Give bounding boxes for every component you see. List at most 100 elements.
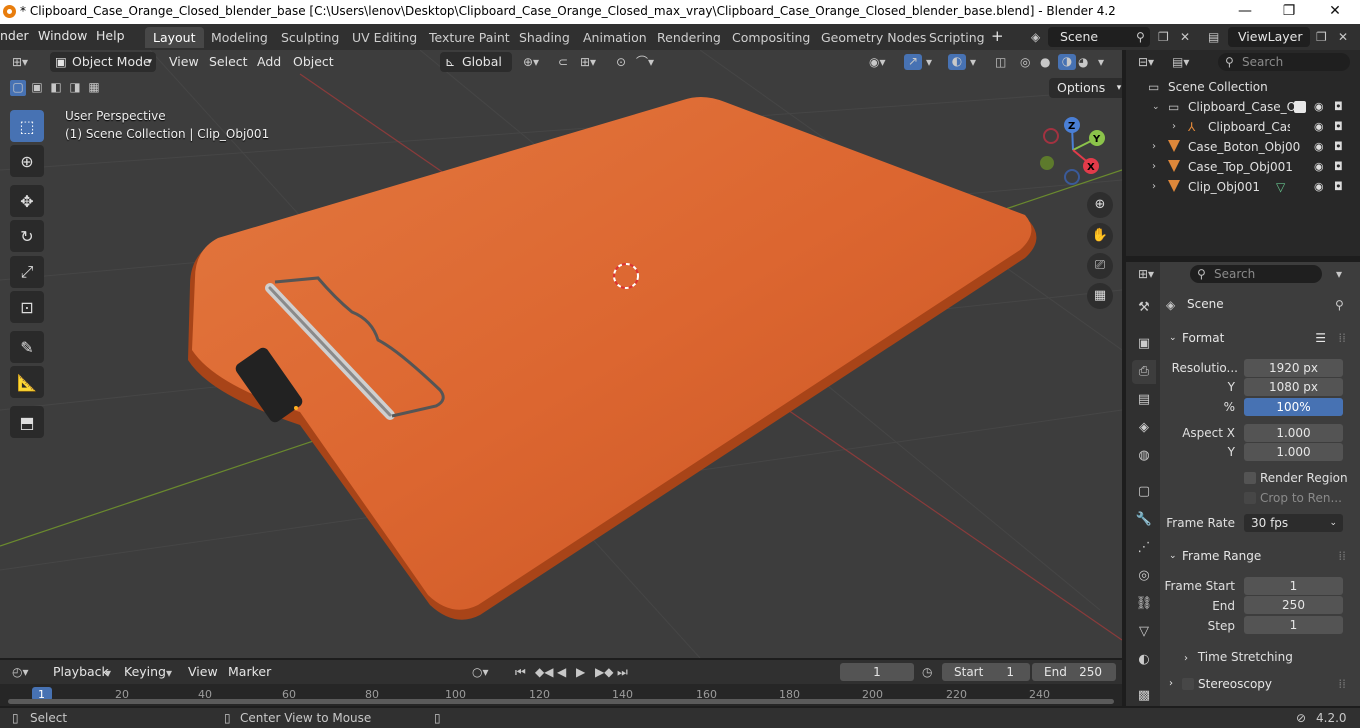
- menu-keying[interactable]: Keying: [124, 664, 166, 679]
- tool-tab-icon[interactable]: ⚒: [1132, 296, 1156, 320]
- menu-select[interactable]: Select: [209, 54, 248, 69]
- render-region-checkbox[interactable]: [1244, 472, 1256, 484]
- constraints-tab-icon[interactable]: ⛓: [1132, 592, 1156, 616]
- minimize-button[interactable]: —: [1222, 0, 1268, 24]
- record-icon[interactable]: ○▾: [472, 665, 489, 679]
- close-window-button[interactable]: ✕: [1312, 0, 1358, 24]
- options-chevron-icon[interactable]: ▾: [1336, 267, 1342, 281]
- measure-tool-icon[interactable]: 📐: [10, 366, 44, 398]
- preview-range-icon[interactable]: ◷: [922, 665, 932, 679]
- falloff-icon[interactable]: ⌒▾: [636, 55, 654, 69]
- select-extend-icon[interactable]: ▣: [29, 80, 45, 94]
- presets-icon[interactable]: ☰: [1315, 326, 1326, 350]
- view-layer-selector-icon[interactable]: ▤: [1208, 30, 1219, 44]
- eye-icon[interactable]: ◉: [1314, 101, 1326, 113]
- outliner-editor-icon[interactable]: ⊟▾: [1138, 55, 1154, 69]
- properties-search-input[interactable]: ⚲ Search: [1190, 265, 1322, 283]
- data-tab-icon[interactable]: ▽: [1132, 620, 1156, 644]
- outliner-row-case-boton[interactable]: › Case_Boton_Obj00 ◉ ◘: [1126, 137, 1360, 157]
- drag-handle-icon[interactable]: ⁞⁞: [1338, 672, 1346, 696]
- eye-icon[interactable]: ◉: [1314, 121, 1326, 133]
- visibility-icon[interactable]: ◉▾: [869, 55, 886, 69]
- world-tab-icon[interactable]: ◍: [1132, 444, 1156, 468]
- add-workspace-icon[interactable]: +: [991, 27, 1004, 45]
- timeline-scrollbar[interactable]: [8, 699, 1114, 704]
- object-tab-icon[interactable]: ▢: [1132, 480, 1156, 504]
- modifier-tab-icon[interactable]: 🔧: [1132, 508, 1156, 532]
- camera-render-icon[interactable]: ◘: [1334, 181, 1346, 193]
- stereoscopy-panel-header[interactable]: › Stereoscopy ⁞⁞: [1162, 672, 1352, 696]
- outliner-search-input[interactable]: ⚲ Search: [1218, 53, 1350, 71]
- tab-layout[interactable]: Layout: [145, 27, 204, 48]
- select-subtract-icon[interactable]: ◧: [48, 80, 64, 94]
- tab-compositing[interactable]: Compositing: [724, 27, 818, 48]
- tab-uv-editing[interactable]: UV Editing: [344, 27, 425, 48]
- jump-start-icon[interactable]: ⏮: [515, 665, 526, 679]
- aspect-y-field[interactable]: 1.000: [1244, 443, 1343, 461]
- crop-checkbox[interactable]: [1244, 492, 1256, 504]
- outliner-row-clipboard-empty[interactable]: › ⅄ Clipboard_Case ◉ ◘: [1126, 117, 1360, 137]
- add-cube-tool-icon[interactable]: ⬒: [10, 406, 44, 438]
- move-tool-icon[interactable]: ✥: [10, 185, 44, 217]
- proportional-edit-icon[interactable]: ⊙: [616, 55, 626, 69]
- frame-step-field[interactable]: 1: [1244, 616, 1343, 634]
- resolution-x-field[interactable]: 1920 px: [1244, 359, 1343, 377]
- snap-target-icon[interactable]: ⊞▾: [580, 55, 596, 69]
- pan-hand-icon[interactable]: ✋: [1087, 223, 1113, 249]
- menu-object[interactable]: Object: [293, 54, 334, 69]
- menu-timeline-view[interactable]: View: [188, 664, 218, 679]
- rendered-shading-icon[interactable]: ◕: [1078, 55, 1088, 69]
- outliner-row-clipboard-collection[interactable]: ⌄ ▭ Clipboard_Case_Or ◉ ◘: [1126, 97, 1360, 117]
- current-frame-field[interactable]: 1: [840, 663, 914, 681]
- pin-icon[interactable]: ⚲: [1335, 298, 1344, 312]
- timeline-editor-icon[interactable]: ◴▾: [12, 665, 29, 679]
- camera-render-icon[interactable]: ◘: [1334, 121, 1346, 133]
- solid-shading-icon[interactable]: ●: [1040, 55, 1050, 69]
- chevron-right-icon[interactable]: ›: [1152, 160, 1156, 174]
- editor-type-icon[interactable]: ⊞▾: [12, 55, 28, 69]
- new-scene-icon[interactable]: ❐: [1158, 30, 1169, 44]
- outliner-row-case-top[interactable]: › Case_Top_Obj001 ◉ ◘: [1126, 157, 1360, 177]
- format-panel-header[interactable]: ⌄ Format ☰ ⁞⁞: [1162, 326, 1352, 350]
- aspect-x-field[interactable]: 1.000: [1244, 424, 1343, 442]
- frame-start-field[interactable]: 1: [1244, 577, 1343, 595]
- delete-view-layer-icon[interactable]: ✕: [1338, 30, 1348, 44]
- menu-help[interactable]: Help: [96, 28, 125, 43]
- select-new-icon[interactable]: ▢: [10, 80, 26, 96]
- scene-tab-icon[interactable]: ◈: [1132, 416, 1156, 440]
- xray-icon[interactable]: ◫: [995, 55, 1006, 69]
- chevron-right-icon[interactable]: ›: [1152, 180, 1156, 194]
- tab-animation[interactable]: Animation: [575, 27, 655, 48]
- camera-render-icon[interactable]: ◘: [1334, 101, 1346, 113]
- scene-selector-icon[interactable]: ◈: [1031, 30, 1040, 44]
- tab-modeling[interactable]: Modeling: [203, 27, 276, 48]
- rotate-tool-icon[interactable]: ↻: [10, 220, 44, 252]
- exclude-checkbox[interactable]: [1294, 101, 1306, 113]
- output-tab-icon[interactable]: ⎙: [1132, 360, 1156, 384]
- material-tab-icon[interactable]: ◐: [1132, 648, 1156, 672]
- eye-icon[interactable]: ◉: [1314, 181, 1326, 193]
- snap-icon[interactable]: ⊂: [558, 55, 568, 69]
- select-invert-icon[interactable]: ◨: [67, 80, 83, 94]
- tab-sculpting[interactable]: Sculpting: [273, 27, 347, 48]
- view-layer-field[interactable]: ViewLayer: [1228, 27, 1310, 47]
- cursor-tool-icon[interactable]: ⊕: [10, 145, 44, 177]
- play-icon[interactable]: ▶: [576, 665, 585, 679]
- frame-rate-dropdown[interactable]: 30 fps ⌄: [1244, 514, 1343, 532]
- menu-view[interactable]: View: [169, 54, 199, 69]
- jump-keyframe-forward-icon[interactable]: ▶◆: [595, 665, 613, 679]
- new-view-layer-icon[interactable]: ❐: [1316, 30, 1327, 44]
- material-shading-icon[interactable]: ◑: [1058, 54, 1076, 70]
- wireframe-shading-icon[interactable]: ◎: [1020, 55, 1030, 69]
- menu-file-truncated[interactable]: nder: [0, 28, 29, 43]
- camera-view-icon[interactable]: ⎚: [1087, 253, 1113, 279]
- chevron-right-icon[interactable]: ›: [1172, 120, 1176, 134]
- select-box-tool-icon[interactable]: ⬚: [10, 110, 44, 142]
- menu-window[interactable]: Window: [38, 28, 87, 43]
- properties-editor-icon[interactable]: ⊞▾: [1138, 267, 1154, 281]
- menu-playback[interactable]: Playback: [53, 664, 109, 679]
- 3d-viewport[interactable]: Z Y X ⊞▾ Object Mode ▣ ▾ View Select Add…: [0, 50, 1122, 658]
- orientation-dropdown[interactable]: ⊾ Global: [440, 52, 512, 72]
- drag-handle-icon[interactable]: ⁞⁞: [1338, 326, 1346, 350]
- start-frame-field[interactable]: Start 1: [942, 663, 1030, 681]
